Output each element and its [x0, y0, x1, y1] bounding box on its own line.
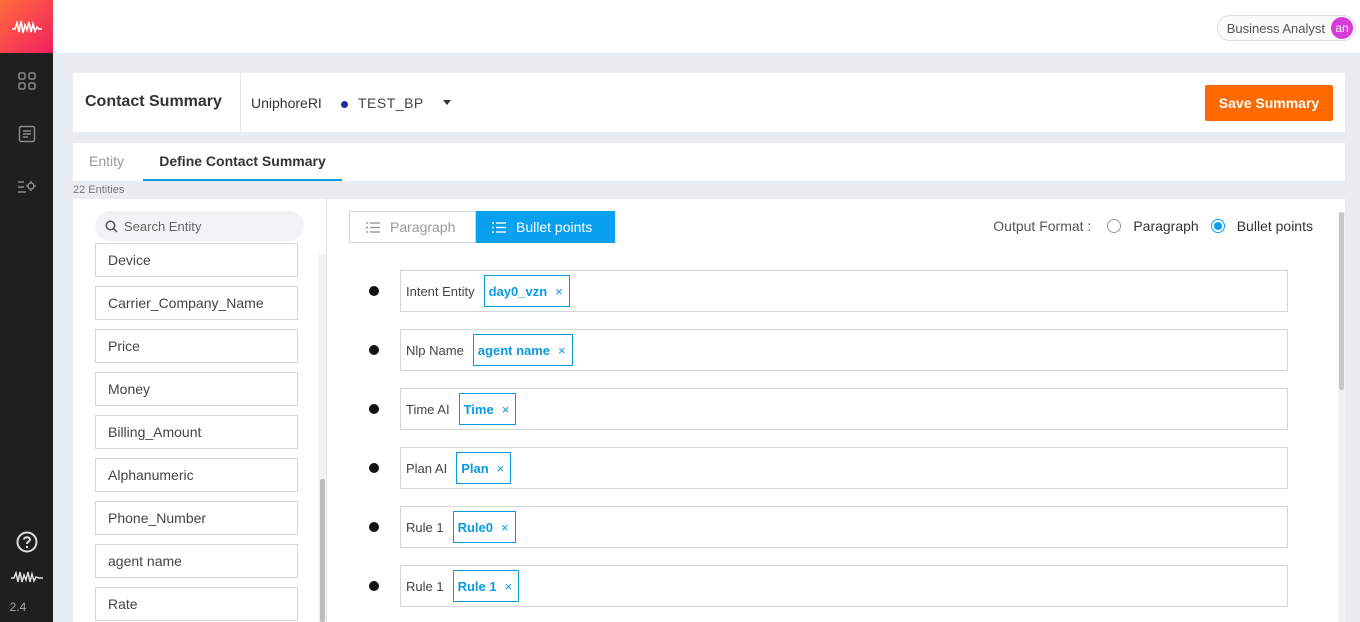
summary-row: Time AI Time × [363, 388, 1293, 430]
status-dot-icon [341, 101, 348, 108]
tab-entity[interactable]: Entity [89, 143, 124, 181]
search-box[interactable] [95, 211, 304, 241]
editor-scrollbar-thumb[interactable] [1339, 212, 1344, 390]
row-label: Nlp Name [406, 342, 464, 358]
avatar[interactable]: an [1331, 17, 1353, 39]
row-label: Plan AI [406, 460, 448, 476]
summary-row-field[interactable]: Time AI Time × [400, 388, 1288, 430]
save-summary-button[interactable]: Save Summary [1205, 85, 1333, 121]
search-input[interactable] [124, 218, 294, 234]
bullet-icon [369, 463, 379, 473]
close-icon[interactable]: × [497, 461, 505, 476]
entity-tag-label: Rule0 [457, 519, 493, 535]
paragraph-radio[interactable] [1107, 219, 1122, 233]
chevron-down-icon[interactable] [443, 100, 451, 105]
version-selector-value[interactable]: TEST_BP [358, 95, 424, 111]
paragraph-toggle-button[interactable]: Paragraph [349, 211, 476, 243]
bullet-icon [369, 345, 379, 355]
help-icon[interactable] [0, 522, 53, 562]
page-title: Contact Summary [85, 93, 222, 110]
entity-tag[interactable]: Rule0 × [452, 511, 516, 543]
summary-row: Nlp Name agent name × [363, 329, 1293, 371]
entity-tag-label: day0_vzn [488, 283, 548, 299]
summary-row: Rule 1 Rule 1 × [363, 565, 1293, 607]
list-item[interactable]: Price [95, 329, 298, 363]
summary-editor-panel: Paragraph Bullet points Output Format : … [327, 199, 1345, 622]
format-toggle: Paragraph Bullet points [349, 211, 615, 243]
paragraph-radio-label[interactable]: Paragraph [1133, 218, 1198, 234]
bot-name: UniphoreRI [251, 95, 322, 111]
header-divider [240, 73, 241, 132]
summary-row-field[interactable]: Plan AI Plan × [400, 447, 1288, 489]
top-bar: Business Analyst an [53, 0, 1360, 53]
entity-list-scrollbar-thumb[interactable] [320, 479, 325, 622]
entity-count: 22 Entities [73, 184, 125, 196]
close-icon[interactable]: × [555, 284, 563, 299]
paragraph-toggle-label: Paragraph [390, 219, 456, 235]
bullet-icon [369, 404, 379, 414]
list-item[interactable]: Device [95, 243, 298, 277]
list-icon [366, 221, 380, 233]
tab-define-contact-summary[interactable]: Define Contact Summary [143, 143, 342, 181]
list-item[interactable]: Alphanumeric [95, 458, 298, 492]
entity-tag[interactable]: Time × [458, 393, 517, 425]
grid-icon[interactable] [0, 54, 53, 107]
list-item[interactable]: Rate [95, 587, 298, 621]
search-icon [105, 220, 118, 233]
user-role-label: Business Analyst [1226, 20, 1325, 36]
summary-row-field[interactable]: Nlp Name agent name × [400, 329, 1288, 371]
summary-row-field[interactable]: Rule 1 Rule0 × [400, 506, 1288, 548]
entity-tag-label: Plan [461, 460, 489, 476]
bullet-points-toggle-label: Bullet points [516, 219, 593, 235]
close-icon[interactable]: × [502, 402, 510, 417]
output-format-label: Output Format : [993, 218, 1092, 234]
list-item[interactable]: agent name [95, 544, 298, 578]
entity-tag[interactable]: day0_vzn × [483, 275, 570, 307]
output-format: Output Format : Paragraph Bullet points [993, 218, 1317, 234]
close-icon[interactable]: × [505, 579, 513, 594]
waveform-logo-icon[interactable] [0, 0, 53, 53]
entity-tag[interactable]: agent name × [472, 334, 573, 366]
user-role-chip[interactable]: Business Analyst an [1216, 15, 1356, 41]
summary-row-field[interactable]: Intent Entity day0_vzn × [400, 270, 1288, 312]
row-label: Rule 1 [406, 519, 444, 535]
list-item[interactable]: Money [95, 372, 298, 406]
list-item[interactable]: Phone_Number [95, 501, 298, 535]
list-icon [492, 221, 506, 233]
summary-row-field[interactable]: Rule 1 Rule 1 × [400, 565, 1288, 607]
app-version: 2.4 [9, 600, 27, 614]
document-icon[interactable] [0, 107, 53, 160]
entity-tag-label: Rule 1 [457, 578, 497, 594]
waveform-icon [0, 562, 53, 592]
close-icon[interactable]: × [558, 343, 566, 358]
list-item[interactable]: Billing_Amount [95, 415, 298, 449]
row-label: Intent Entity [406, 283, 475, 299]
settings-list-icon[interactable] [0, 160, 53, 213]
bullet-icon [369, 581, 379, 591]
bullet-icon [369, 522, 379, 532]
entity-tag[interactable]: Rule 1 × [452, 570, 520, 602]
bullet-icon [369, 286, 379, 296]
row-label: Time AI [406, 401, 450, 417]
left-rail: 2.4 [0, 0, 53, 622]
bullet-points-toggle-button[interactable]: Bullet points [476, 211, 615, 243]
summary-row: Plan AI Plan × [363, 447, 1293, 489]
entity-tag[interactable]: Plan × [456, 452, 512, 484]
close-icon[interactable]: × [501, 520, 509, 535]
list-item[interactable]: Carrier_Company_Name [95, 286, 298, 320]
row-label: Rule 1 [406, 578, 444, 594]
summary-row: Rule 1 Rule0 × [363, 506, 1293, 548]
tab-bar: Entity Define Contact Summary [73, 143, 1345, 181]
entity-tag-label: Time [463, 401, 494, 417]
entity-list-panel: Device Carrier_Company_Name Price Money … [73, 199, 326, 622]
bullet-points-radio-label[interactable]: Bullet points [1237, 218, 1313, 234]
summary-row: Intent Entity day0_vzn × [363, 270, 1293, 312]
bullet-points-radio[interactable] [1210, 219, 1225, 233]
page-header: Contact Summary UniphoreRI TEST_BP Save … [73, 73, 1345, 132]
entity-tag-label: agent name [477, 342, 551, 358]
